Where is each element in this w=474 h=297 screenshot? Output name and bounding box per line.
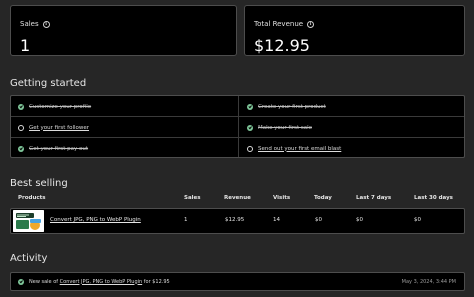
product-today: $0: [315, 217, 322, 223]
checklist-item-label: Get your first pay out: [29, 145, 89, 152]
total-revenue-label-wrap: Total Revenue i: [254, 20, 315, 28]
column-header-visits: Visits: [273, 195, 291, 201]
activity-timestamp: May 3, 2024, 3:44 PM: [401, 279, 456, 285]
sales-label-wrap: Sales i: [20, 20, 50, 28]
activity-text: New sale of Convert JPG, PNG to WebP Plu…: [29, 279, 170, 285]
product-visits: 14: [273, 217, 280, 223]
getting-started-checklist: Customize your profile Create your first…: [10, 95, 465, 158]
total-revenue-card: Total Revenue i $12.95: [244, 5, 465, 56]
checklist-item-label: Create your first product: [258, 103, 326, 110]
best-selling-title: Best selling: [10, 178, 68, 189]
column-header-last-7-days: Last 7 days: [356, 195, 392, 201]
column-header-products: Products: [18, 195, 46, 201]
product-thumbnail: [13, 210, 44, 232]
column-header-revenue: Revenue: [224, 195, 251, 201]
column-header-today: Today: [314, 195, 332, 201]
activity-prefix: New sale of: [29, 278, 59, 285]
checklist-item-first-payout[interactable]: Get your first pay out: [18, 138, 88, 159]
check-circle-icon: [247, 124, 253, 131]
checklist-item-label: Customize your profile: [29, 103, 92, 110]
sales-label: Sales: [20, 20, 39, 28]
check-circle-icon: [18, 278, 24, 285]
table-row[interactable]: Convert JPG, PNG to WebP Plugin 1 $12.95…: [10, 208, 465, 234]
checklist-item-label: Get your first follower: [29, 124, 90, 131]
product-sales: 1: [184, 217, 188, 223]
check-circle-icon: [18, 145, 24, 152]
column-header-last-30-days: Last 30 days: [414, 195, 453, 201]
total-revenue-value: $12.95: [254, 36, 310, 55]
info-icon[interactable]: i: [307, 20, 315, 28]
checklist-item-first-sale[interactable]: Make your first sale: [247, 117, 312, 138]
getting-started-title: Getting started: [10, 78, 87, 89]
product-last-30-days: $0: [414, 217, 421, 223]
checklist-item-label: Make your first sale: [258, 124, 312, 131]
activity-product-link[interactable]: Convert JPG, PNG to WebP Plugin: [60, 279, 143, 285]
column-header-sales: Sales: [184, 195, 201, 201]
empty-circle-icon: [18, 124, 24, 131]
activity-suffix: for $12.95: [143, 278, 170, 285]
empty-circle-icon: [247, 145, 253, 152]
divider: [238, 96, 239, 157]
product-revenue: $12.95: [225, 217, 245, 223]
total-revenue-label: Total Revenue: [254, 20, 304, 28]
activity-item: New sale of Convert JPG, PNG to WebP Plu…: [10, 272, 465, 291]
check-circle-icon: [18, 103, 24, 110]
sales-card: Sales i 1: [10, 5, 237, 56]
checklist-item-first-follower[interactable]: Get your first follower: [18, 117, 89, 138]
info-icon[interactable]: i: [42, 20, 50, 28]
checklist-item-label: Send out your first email blast: [258, 145, 342, 152]
product-last-7-days: $0: [356, 217, 363, 223]
checklist-item-email-blast[interactable]: Send out your first email blast: [247, 138, 341, 159]
sales-value: 1: [20, 36, 31, 55]
check-circle-icon: [247, 103, 253, 110]
activity-title: Activity: [10, 253, 48, 264]
product-name-link[interactable]: Convert JPG, PNG to WebP Plugin: [50, 217, 141, 223]
checklist-item-create-product[interactable]: Create your first product: [247, 96, 326, 117]
checklist-item-customize-profile[interactable]: Customize your profile: [18, 96, 91, 117]
